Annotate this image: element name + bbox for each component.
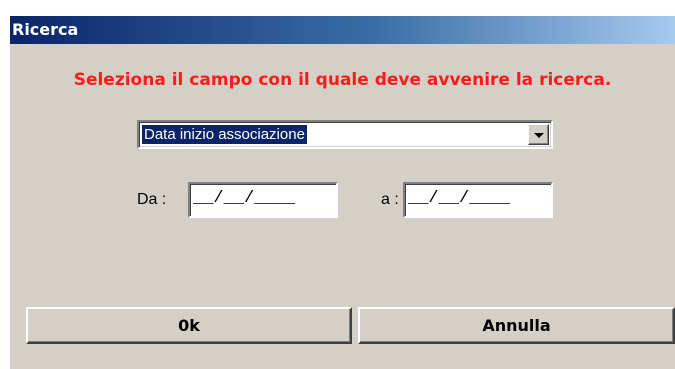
selected-field-value: Data inizio associazione [142,125,307,144]
chevron-down-icon [534,133,544,138]
from-date-input[interactable]: __/__/____ [188,182,338,218]
to-date-label: a : [381,191,399,208]
window-title: Ricerca [12,20,79,39]
search-field-select[interactable]: Data inizio associazione [137,120,553,149]
from-date-label: Da : [137,191,167,208]
title-bar[interactable]: Ricerca [10,16,675,44]
instruction-text: Seleziona il campo con il quale deve avv… [73,70,612,90]
search-dialog: Ricerca Seleziona il campo con il quale … [10,16,675,369]
dropdown-button[interactable] [528,124,549,145]
to-date-input[interactable]: __/__/____ [403,182,553,218]
cancel-button[interactable]: Annulla [358,307,675,344]
ok-button[interactable]: 0k [26,307,352,344]
